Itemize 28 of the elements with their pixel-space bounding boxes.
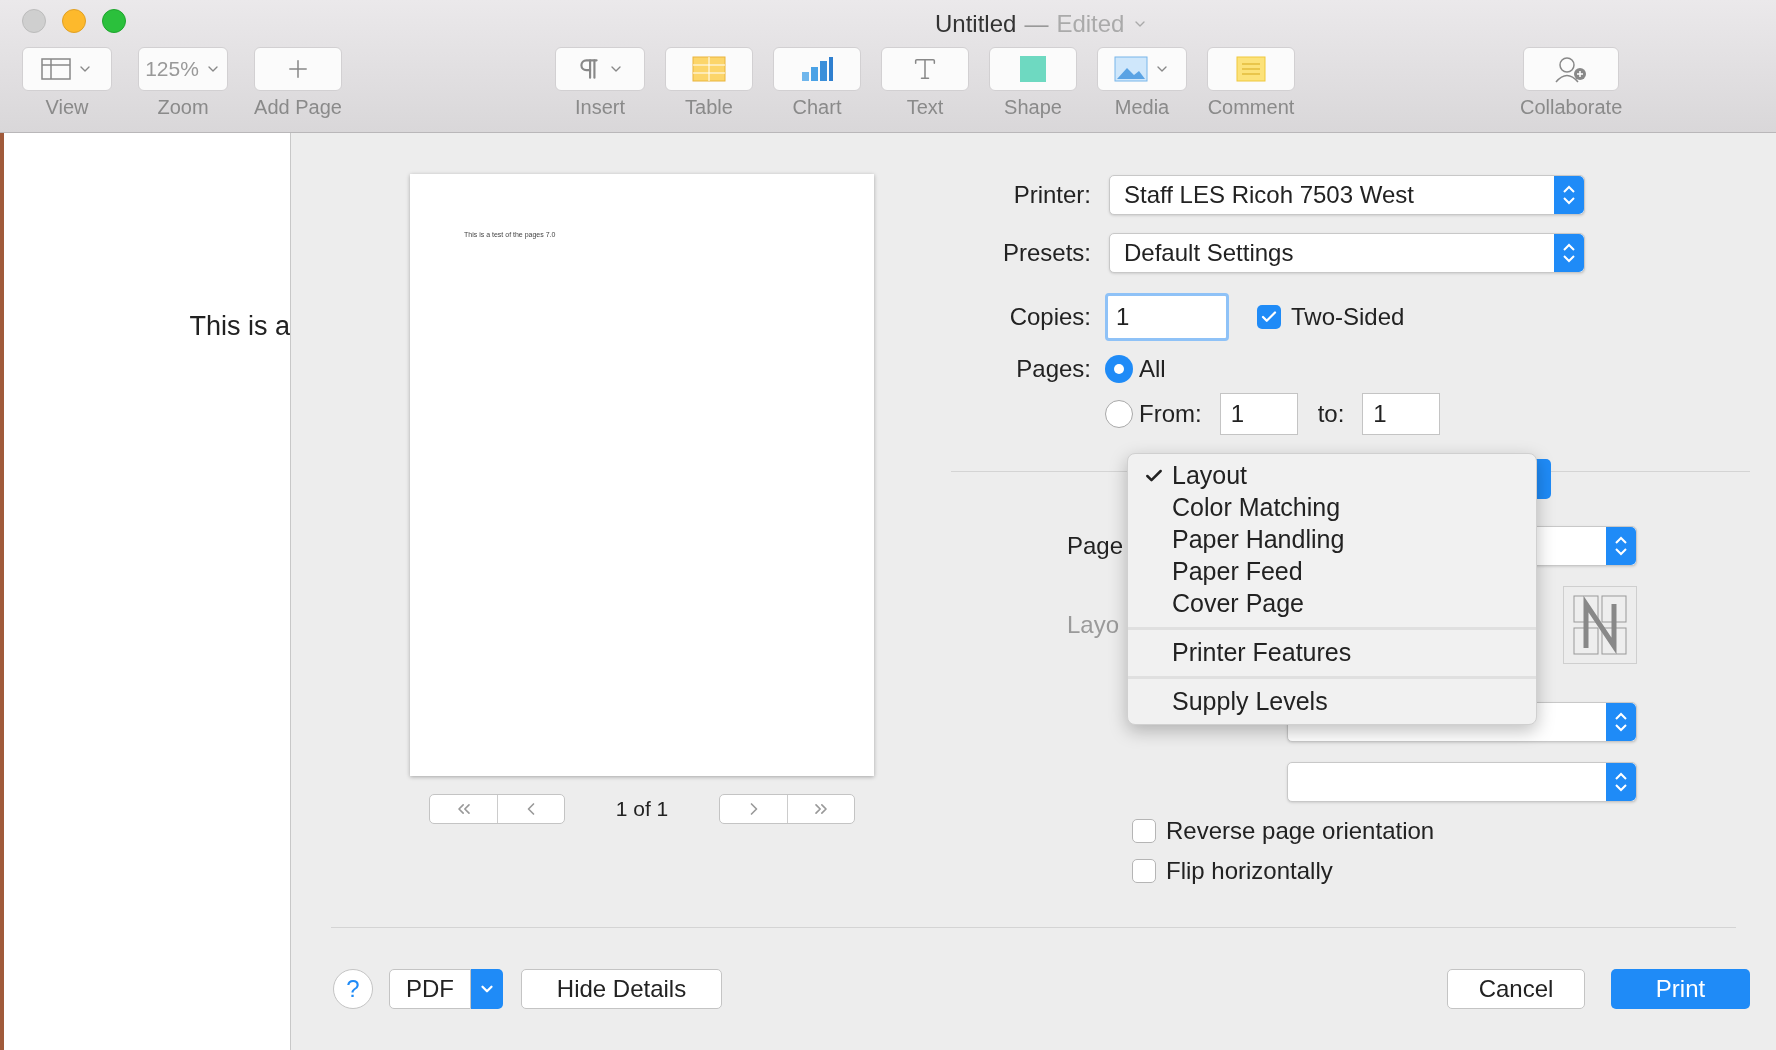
window-title: Untitled bbox=[935, 9, 1017, 39]
title-dash: — bbox=[1024, 9, 1049, 39]
toolbar-label: Add Page bbox=[254, 97, 342, 117]
page-counter: 1 of 1 bbox=[614, 796, 670, 822]
toolbar-label: Table bbox=[685, 97, 733, 117]
toolbar-label: Shape bbox=[1004, 97, 1062, 117]
two-sided-label: Two-Sided bbox=[1291, 302, 1405, 332]
toolbar-label: Comment bbox=[1207, 97, 1295, 117]
toolbar-label: Text bbox=[906, 97, 944, 117]
toolbar-label: Insert bbox=[575, 97, 625, 117]
option-label: Layo bbox=[1067, 611, 1120, 638]
toolbar-label: View bbox=[45, 97, 89, 117]
toolbar-label: Collaborate bbox=[1520, 97, 1623, 117]
toolbar-label: Zoom bbox=[157, 97, 209, 117]
all-pages-label: All bbox=[1139, 354, 1166, 384]
from-label: From: bbox=[1139, 399, 1202, 429]
toolbar-label: Chart bbox=[792, 97, 842, 117]
document-text: This is a bbox=[189, 313, 290, 343]
checkbox-label: Reverse page orientation bbox=[1166, 816, 1435, 846]
edited-status: Edited bbox=[1056, 9, 1125, 39]
checkbox-label: Flip horizontally bbox=[1166, 856, 1333, 886]
to-label: to: bbox=[1317, 399, 1345, 429]
toolbar-label: Media bbox=[1114, 97, 1170, 117]
pages-label: Pages: bbox=[1015, 354, 1091, 384]
printer-label: Printer: bbox=[1012, 180, 1091, 210]
copies-label: Copies: bbox=[1008, 302, 1091, 332]
presets-label: Presets: bbox=[1001, 238, 1091, 268]
option-label: Page bbox=[1067, 532, 1124, 559]
